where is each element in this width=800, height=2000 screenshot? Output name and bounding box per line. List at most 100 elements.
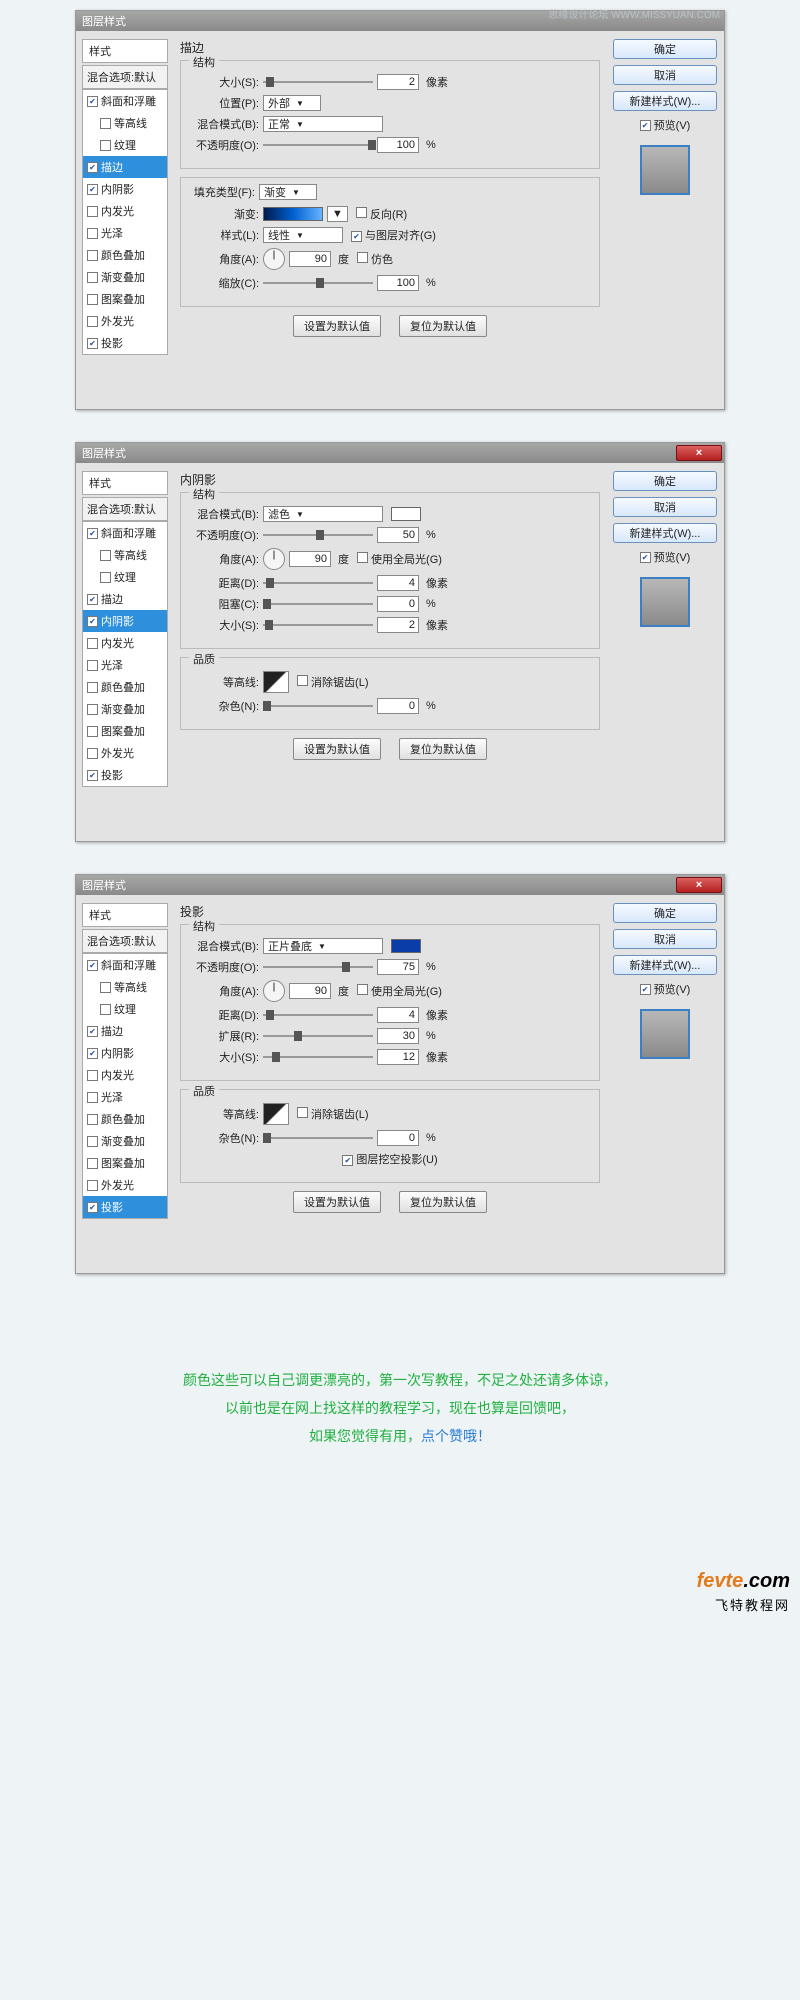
contour-picker[interactable]: [263, 671, 289, 693]
style-item[interactable]: 图案叠加: [83, 1152, 167, 1174]
number-input[interactable]: 75: [377, 959, 419, 975]
slider[interactable]: [263, 699, 373, 713]
checkbox[interactable]: [351, 231, 362, 242]
slider[interactable]: [263, 576, 373, 590]
style-checkbox[interactable]: [100, 1004, 111, 1015]
close-icon[interactable]: ×: [676, 877, 722, 893]
style-checkbox[interactable]: [87, 616, 98, 627]
style-checkbox[interactable]: [87, 660, 98, 671]
style-item[interactable]: 描边: [83, 1020, 167, 1042]
style-checkbox[interactable]: [87, 272, 98, 283]
number-input[interactable]: 0: [377, 1130, 419, 1146]
style-checkbox[interactable]: [87, 162, 98, 173]
preview-toggle[interactable]: 预览(V): [640, 549, 691, 565]
checkbox-wrap[interactable]: 与图层对齐(G): [351, 227, 436, 243]
style-item[interactable]: 外发光: [83, 310, 167, 332]
style-item[interactable]: 斜面和浮雕: [83, 522, 167, 544]
style-item[interactable]: 颜色叠加: [83, 1108, 167, 1130]
slider[interactable]: [263, 1008, 373, 1022]
angle-dial[interactable]: [263, 980, 285, 1002]
slider[interactable]: [263, 597, 373, 611]
style-item[interactable]: 斜面和浮雕: [83, 90, 167, 112]
number-input[interactable]: 12: [377, 1049, 419, 1065]
number-input[interactable]: 100: [377, 137, 419, 153]
style-checkbox[interactable]: [87, 682, 98, 693]
style-item[interactable]: 描边: [83, 156, 167, 178]
slider[interactable]: [263, 138, 373, 152]
gradient-swatch[interactable]: [263, 207, 323, 221]
number-input[interactable]: 30: [377, 1028, 419, 1044]
reset-default-button[interactable]: 复位为默认值: [399, 738, 487, 760]
cancel-button[interactable]: 取消: [613, 65, 717, 85]
checkbox[interactable]: [357, 984, 368, 995]
dropdown[interactable]: 正片叠底▼: [263, 938, 383, 954]
cancel-button[interactable]: 取消: [613, 497, 717, 517]
style-checkbox[interactable]: [87, 250, 98, 261]
style-checkbox[interactable]: [87, 960, 98, 971]
style-item[interactable]: 投影: [83, 1196, 167, 1218]
dropdown[interactable]: 外部▼: [263, 95, 321, 111]
slider[interactable]: [263, 1029, 373, 1043]
style-item[interactable]: 内发光: [83, 1064, 167, 1086]
style-item[interactable]: 描边: [83, 588, 167, 610]
set-default-button[interactable]: 设置为默认值: [293, 1191, 381, 1213]
style-item[interactable]: 渐变叠加: [83, 266, 167, 288]
ok-button[interactable]: 确定: [613, 903, 717, 923]
slider[interactable]: [263, 75, 373, 89]
style-checkbox[interactable]: [87, 1114, 98, 1125]
style-item[interactable]: 纹理: [83, 998, 167, 1020]
style-item[interactable]: 光泽: [83, 1086, 167, 1108]
checkbox-wrap[interactable]: 使用全局光(G): [357, 551, 442, 567]
slider[interactable]: [263, 618, 373, 632]
titlebar[interactable]: 图层样式×: [76, 875, 724, 895]
number-input[interactable]: 90: [289, 251, 331, 267]
checkbox[interactable]: [297, 1107, 308, 1118]
new-style-button[interactable]: 新建样式(W)...: [613, 91, 717, 111]
style-checkbox[interactable]: [100, 572, 111, 583]
style-checkbox[interactable]: [87, 1158, 98, 1169]
style-checkbox[interactable]: [87, 638, 98, 649]
number-input[interactable]: 90: [289, 983, 331, 999]
set-default-button[interactable]: 设置为默认值: [293, 315, 381, 337]
style-checkbox[interactable]: [87, 748, 98, 759]
style-item[interactable]: 内发光: [83, 200, 167, 222]
style-item[interactable]: 图案叠加: [83, 720, 167, 742]
slider[interactable]: [263, 528, 373, 542]
style-checkbox[interactable]: [100, 982, 111, 993]
style-checkbox[interactable]: [87, 1092, 98, 1103]
style-item[interactable]: 颜色叠加: [83, 244, 167, 266]
ok-button[interactable]: 确定: [613, 471, 717, 491]
style-item[interactable]: 内阴影: [83, 1042, 167, 1064]
style-item[interactable]: 外发光: [83, 742, 167, 764]
number-input[interactable]: 4: [377, 575, 419, 591]
style-checkbox[interactable]: [87, 594, 98, 605]
number-input[interactable]: 100: [377, 275, 419, 291]
number-input[interactable]: 2: [377, 617, 419, 633]
style-checkbox[interactable]: [87, 1180, 98, 1191]
style-checkbox[interactable]: [87, 338, 98, 349]
number-input[interactable]: 2: [377, 74, 419, 90]
color-swatch[interactable]: [391, 939, 421, 953]
style-item[interactable]: 内发光: [83, 632, 167, 654]
style-item[interactable]: 等高线: [83, 544, 167, 566]
style-checkbox[interactable]: [87, 206, 98, 217]
style-checkbox[interactable]: [87, 726, 98, 737]
style-item[interactable]: 等高线: [83, 976, 167, 998]
set-default-button[interactable]: 设置为默认值: [293, 738, 381, 760]
style-item[interactable]: 渐变叠加: [83, 1130, 167, 1152]
style-checkbox[interactable]: [87, 294, 98, 305]
checkbox-wrap[interactable]: 图层挖空投影(U): [342, 1151, 437, 1167]
titlebar[interactable]: 图层样式×: [76, 443, 724, 463]
style-checkbox[interactable]: [87, 1048, 98, 1059]
new-style-button[interactable]: 新建样式(W)...: [613, 955, 717, 975]
blend-options[interactable]: 混合选项:默认: [82, 929, 168, 953]
number-input[interactable]: 0: [377, 698, 419, 714]
cancel-button[interactable]: 取消: [613, 929, 717, 949]
checkbox-wrap[interactable]: 使用全局光(G): [357, 983, 442, 999]
checkbox[interactable]: [356, 207, 367, 218]
reset-default-button[interactable]: 复位为默认值: [399, 315, 487, 337]
style-checkbox[interactable]: [87, 96, 98, 107]
blend-options[interactable]: 混合选项:默认: [82, 497, 168, 521]
preview-toggle[interactable]: 预览(V): [640, 981, 691, 997]
new-style-button[interactable]: 新建样式(W)...: [613, 523, 717, 543]
